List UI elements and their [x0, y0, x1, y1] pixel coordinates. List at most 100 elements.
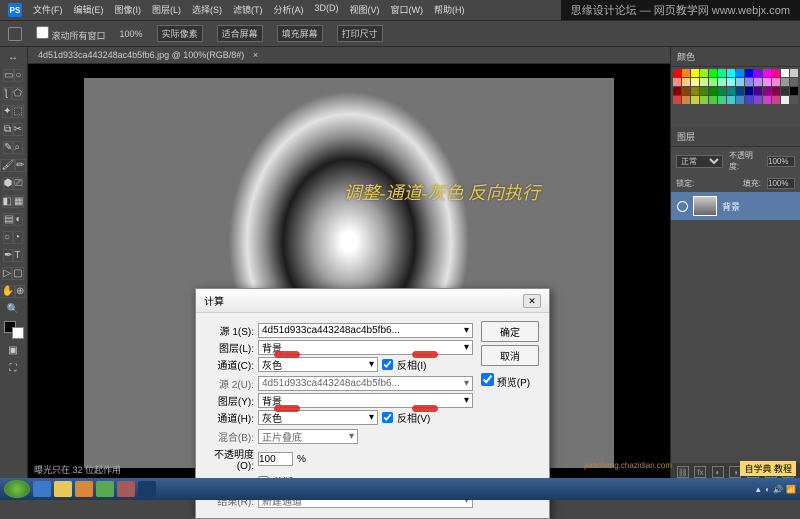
blend-mode-select[interactable]: 正常 — [676, 155, 723, 168]
zoom-level[interactable]: 100% — [120, 29, 143, 39]
swatch[interactable] — [727, 96, 735, 104]
scroll-all-checkbox[interactable]: 滚动所有窗口 — [36, 26, 106, 42]
fit-screen-button[interactable]: 适合屏幕 — [217, 25, 263, 42]
taskbar-explorer-icon[interactable] — [54, 481, 72, 497]
swatches-panel[interactable] — [671, 67, 800, 127]
screenmode-toggle[interactable]: ⛶ — [2, 360, 24, 377]
blend-select[interactable]: 正片叠底▾ — [258, 429, 358, 444]
swatch[interactable] — [682, 96, 690, 104]
menu-filter[interactable]: 滤镜(T) — [233, 3, 263, 17]
swatch[interactable] — [754, 96, 762, 104]
layer-mask-icon[interactable]: ◐ — [712, 466, 724, 478]
tray-icon[interactable]: ▲ — [754, 485, 762, 494]
swatch[interactable] — [772, 69, 780, 77]
cancel-button[interactable]: 取消 — [481, 345, 539, 366]
swatch[interactable] — [682, 78, 690, 86]
swatch[interactable] — [691, 78, 699, 86]
layer-thumbnail[interactable] — [693, 196, 717, 216]
background-color[interactable] — [12, 327, 24, 339]
hand-tool[interactable]: ✋⊕ — [2, 283, 24, 300]
swatch[interactable] — [673, 78, 681, 86]
dodge-tool[interactable]: ○◔ — [2, 229, 24, 246]
gradient-tool[interactable]: ▤◐ — [2, 211, 24, 228]
swatch[interactable] — [763, 96, 771, 104]
document-tab[interactable]: 4d51d933ca443248ac4b5fb6.jpg @ 100%(RGB/… — [28, 47, 670, 64]
source2-select[interactable]: 4d51d933ca443248ac4b5fb6...▾ — [258, 376, 473, 391]
layers-panel-tab[interactable]: 图层 — [671, 127, 800, 147]
dlg-opacity-field[interactable] — [258, 452, 293, 466]
swatch[interactable] — [790, 87, 798, 95]
swatch[interactable] — [691, 96, 699, 104]
print-size-button[interactable]: 打印尺寸 — [337, 25, 383, 42]
eyedropper-tool[interactable]: ✎⌕ — [2, 139, 24, 156]
swatch[interactable] — [709, 87, 717, 95]
swatch[interactable] — [727, 69, 735, 77]
swatch[interactable] — [682, 87, 690, 95]
swatch[interactable] — [790, 96, 798, 104]
swatch[interactable] — [700, 78, 708, 86]
swatch[interactable] — [781, 96, 789, 104]
preview-checkbox[interactable]: 预览(P) — [481, 373, 539, 389]
swatch[interactable] — [781, 69, 789, 77]
swatch[interactable] — [745, 87, 753, 95]
swatch[interactable] — [763, 87, 771, 95]
swatch[interactable] — [727, 78, 735, 86]
dialog-titlebar[interactable]: 计算 ✕ — [196, 289, 549, 313]
taskbar-ps-icon[interactable] — [138, 481, 156, 497]
swatch[interactable] — [790, 69, 798, 77]
color-panel-tab[interactable]: 颜色 — [671, 47, 800, 67]
path-tool[interactable]: ▷▢ — [2, 265, 24, 282]
swatch[interactable] — [727, 87, 735, 95]
swatch[interactable] — [709, 69, 717, 77]
menu-help[interactable]: 帮助(H) — [434, 3, 465, 17]
swatch[interactable] — [673, 96, 681, 104]
source1-select[interactable]: 4d51d933ca443248ac4b5fb6...▾ — [258, 323, 473, 338]
menu-file[interactable]: 文件(F) — [33, 3, 63, 17]
swatch[interactable] — [736, 78, 744, 86]
menu-edit[interactable]: 编辑(E) — [74, 3, 104, 17]
swatch[interactable] — [781, 78, 789, 86]
swatch[interactable] — [691, 87, 699, 95]
swatch[interactable] — [700, 96, 708, 104]
channel1-select[interactable]: 灰色▾ — [258, 357, 378, 372]
invert1-checkbox[interactable] — [382, 359, 393, 370]
tool-preset-icon[interactable] — [8, 27, 22, 41]
swatch[interactable] — [772, 87, 780, 95]
taskbar-app-icon[interactable] — [75, 481, 93, 497]
invert2-checkbox[interactable] — [382, 412, 393, 423]
menu-analysis[interactable]: 分析(A) — [274, 3, 304, 17]
opacity-field[interactable] — [767, 156, 795, 167]
swatch[interactable] — [763, 69, 771, 77]
taskbar-app-icon[interactable] — [96, 481, 114, 497]
swatch[interactable] — [700, 69, 708, 77]
swatch[interactable] — [745, 69, 753, 77]
zoom-tool[interactable]: 🔍 — [2, 301, 24, 318]
pen-tool[interactable]: ✒T — [2, 247, 24, 264]
swatch[interactable] — [736, 96, 744, 104]
swatch[interactable] — [763, 78, 771, 86]
close-tab-icon[interactable]: × — [253, 50, 258, 60]
lasso-tool[interactable]: ƪ⬠ — [2, 85, 24, 102]
menu-window[interactable]: 窗口(W) — [391, 3, 424, 17]
tray-icon[interactable]: 🔊 — [773, 485, 783, 494]
channel2-select[interactable]: 灰色▾ — [258, 410, 378, 425]
actual-pixels-button[interactable]: 实际像素 — [157, 25, 203, 42]
move-tool[interactable]: ↔ — [2, 49, 24, 66]
visibility-icon[interactable] — [677, 201, 688, 212]
color-picker[interactable] — [4, 321, 24, 339]
swatch[interactable] — [709, 96, 717, 104]
eraser-tool[interactable]: ◧▦ — [2, 193, 24, 210]
swatch[interactable] — [709, 78, 717, 86]
taskbar-ie-icon[interactable] — [33, 481, 51, 497]
ok-button[interactable]: 确定 — [481, 321, 539, 342]
swatch[interactable] — [736, 69, 744, 77]
quickmask-toggle[interactable]: ▣ — [2, 342, 24, 359]
swatch[interactable] — [718, 78, 726, 86]
swatch[interactable] — [745, 78, 753, 86]
swatch[interactable] — [754, 87, 762, 95]
taskbar-app-icon[interactable] — [117, 481, 135, 497]
brush-tool[interactable]: 🖌✏ — [2, 157, 24, 174]
fill-screen-button[interactable]: 填充屏幕 — [277, 25, 323, 42]
swatch[interactable] — [700, 87, 708, 95]
swatch[interactable] — [772, 78, 780, 86]
